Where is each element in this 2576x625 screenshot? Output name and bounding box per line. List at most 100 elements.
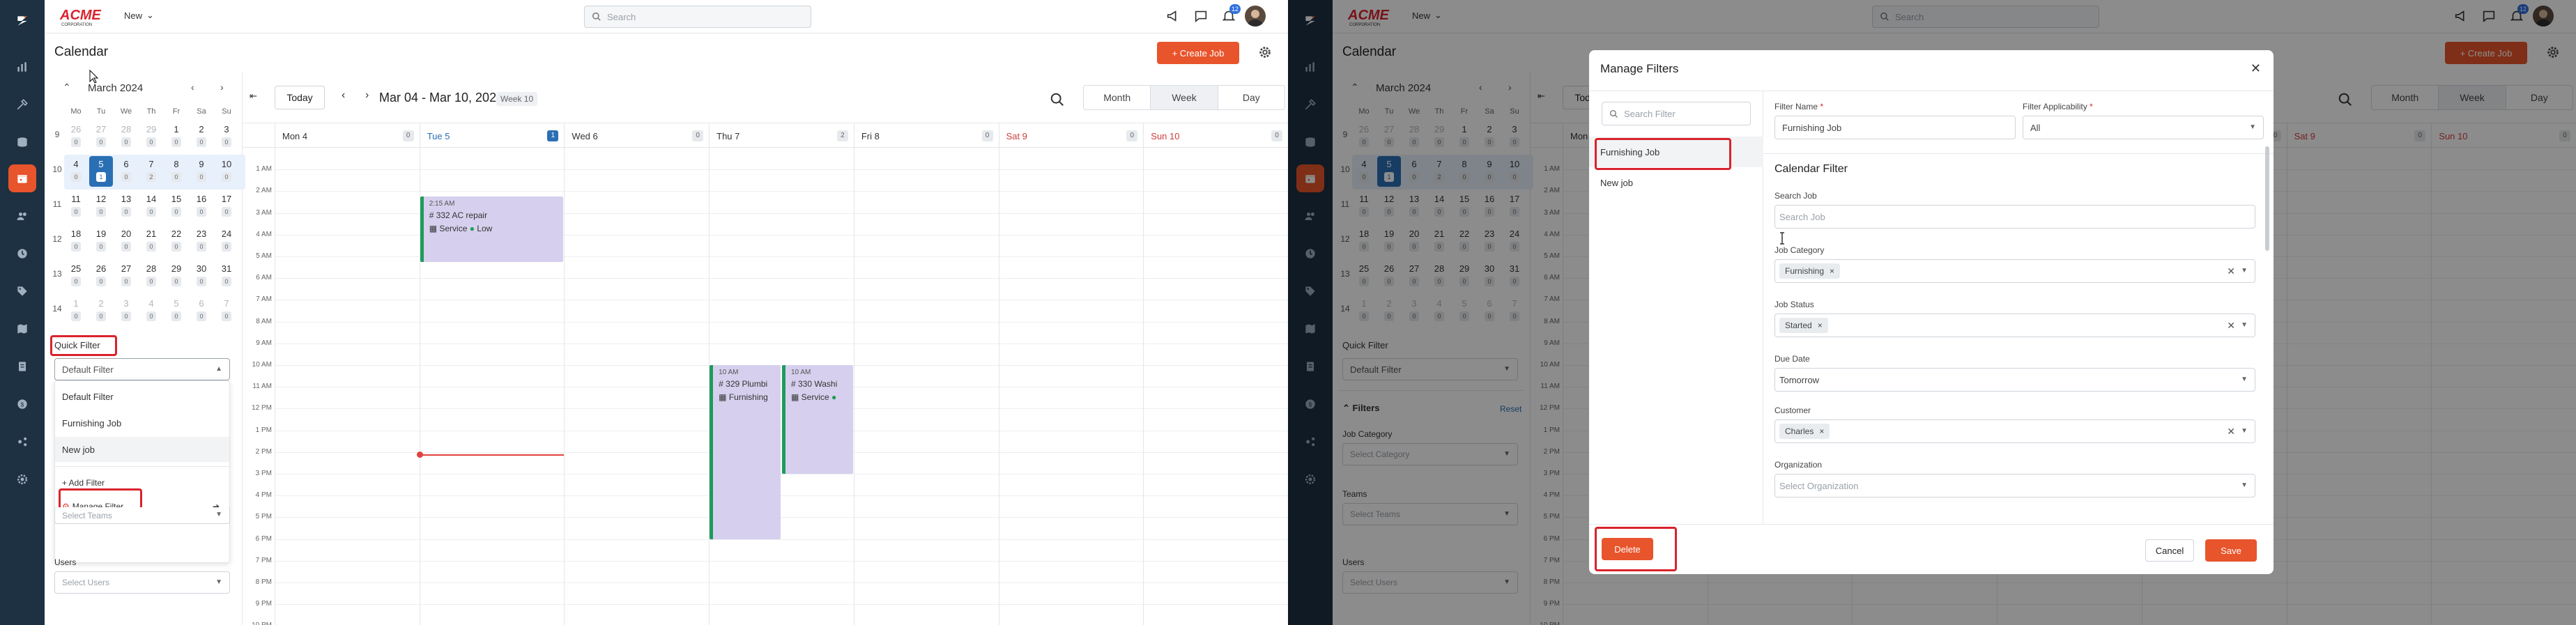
search-icon[interactable] [1050,92,1065,107]
job-category-field[interactable]: Furnishing × ✕ ▼ [1774,259,2255,283]
mini-calendar-day[interactable]: 20 [190,121,213,152]
day-column-header[interactable]: Thu 7 2 [709,123,854,148]
reports-icon[interactable] [14,59,31,75]
filter-list-item[interactable]: New job [1589,167,1763,198]
mini-calendar-day[interactable]: 13 0 [114,191,138,222]
remove-tag-icon[interactable]: × [1819,426,1824,436]
calendar-event[interactable]: 10 AM # 329 Plumbi ▦ Furnishing [710,365,781,539]
mini-calendar-day[interactable]: 10 0 [215,156,238,187]
filter-name-input[interactable]: Furnishing Job [1774,116,2016,139]
tools-icon[interactable] [14,96,31,113]
chevron-up-icon[interactable]: ⌃ [63,82,71,93]
app-logo-icon[interactable] [10,8,35,33]
clear-icon[interactable]: ✕ [2227,320,2235,332]
mini-calendar-day[interactable]: 11 0 [64,191,88,222]
mini-calendar-day[interactable]: 17 0 [215,191,238,222]
delete-filter-button[interactable]: Delete [1602,538,1653,560]
mini-calendar-day[interactable]: 40 [64,156,88,187]
view-day-button[interactable]: Day [1218,86,1285,109]
finance-icon[interactable]: $ [14,396,31,412]
create-job-button[interactable]: + Create Job [1157,42,1239,64]
mini-calendar-day[interactable]: 10 [164,121,188,152]
mini-calendar-day[interactable]: 72 [139,156,163,187]
mini-calendar-day[interactable]: 15 0 [164,191,188,222]
mini-calendar-day[interactable]: 50 [164,295,188,326]
chat-icon[interactable] [1193,8,1209,24]
today-button[interactable]: Today [275,86,325,109]
mini-calendar-day[interactable]: 51 [89,156,113,187]
day-column-header[interactable]: Sat 9 0 [998,123,1144,148]
mini-calendar-day[interactable]: 21 0 [139,226,163,256]
new-menu-button[interactable]: New ⌄ [124,10,154,21]
day-column-header[interactable]: Sun 10 0 [1143,123,1288,148]
remove-tag-icon[interactable]: × [1830,266,1834,276]
mini-calendar-day[interactable]: 20 [89,295,113,326]
view-month-button[interactable]: Month [1084,86,1150,109]
calendar-event[interactable]: 10 AM # 330 Washi ▦ Service ● [782,365,853,474]
form-scrollbar[interactable] [2265,146,2269,251]
mini-calendar-day[interactable]: 23 0 [190,226,213,256]
clear-icon[interactable]: ✕ [2227,265,2235,277]
megaphone-icon[interactable] [1165,8,1181,24]
filter-search-input[interactable]: Search Filter [1602,102,1751,125]
collapse-sidebar-icon[interactable]: ⇤ [250,91,257,102]
mini-calendar-day[interactable]: 30 0 [190,261,213,291]
job-status-tag[interactable]: Started × [1779,318,1828,333]
clear-icon[interactable]: ✕ [2227,426,2235,438]
calendar-icon[interactable] [8,164,36,192]
inventory-icon[interactable] [14,134,31,151]
integrations-icon[interactable] [14,433,31,450]
mini-calendar-day[interactable]: 90 [190,156,213,187]
close-icon[interactable]: ✕ [2251,61,2261,76]
mini-calendar-day[interactable]: 12 0 [89,191,113,222]
mini-calendar-day[interactable]: 19 0 [89,226,113,256]
next-month-icon[interactable]: › [220,82,224,93]
mini-calendar-day[interactable]: 28 0 [139,261,163,291]
acme-logo[interactable]: ACME CORPORATION [59,6,112,28]
customer-field[interactable]: Charles × ✕ ▼ [1774,419,2255,443]
job-category-tag[interactable]: Furnishing × [1779,263,1841,279]
users-select[interactable]: Select Users ▼ [54,571,230,594]
mini-calendar-day[interactable]: 14 0 [139,191,163,222]
calendar-settings-gear-icon[interactable] [1257,45,1273,60]
view-week-button[interactable]: Week [1150,86,1218,109]
cancel-button[interactable]: Cancel [2145,539,2194,562]
day-column-header[interactable]: Fri 8 0 [853,123,999,148]
prev-month-icon[interactable]: ‹ [191,82,194,93]
save-button[interactable]: Save [2205,539,2257,562]
global-search-input[interactable]: Search [584,6,811,28]
mini-calendar-day[interactable]: 29 0 [164,261,188,291]
settings-icon[interactable] [14,471,31,488]
search-job-field[interactable]: Search Job [1774,205,2255,229]
teams-select[interactable]: Select Teams ▼ [54,507,230,524]
job-status-field[interactable]: Started × ✕ ▼ [1774,314,2255,337]
calendar-event[interactable]: 2:15 AM # 332 AC repair ▦ Service ● Low [420,196,564,262]
mini-calendar-day[interactable]: 28 0 [114,121,138,152]
mini-calendar-day[interactable]: 40 [139,295,163,326]
tag-icon[interactable] [14,283,31,300]
quick-filter-option[interactable]: Furnishing Job [55,410,229,435]
mini-calendar-day[interactable]: 60 [190,295,213,326]
mini-calendar-day[interactable]: 16 0 [190,191,213,222]
mini-calendar-day[interactable]: 26 0 [89,261,113,291]
filter-applicability-select[interactable]: All ▼ [2023,116,2264,139]
map-icon[interactable] [14,321,31,337]
customer-tag[interactable]: Charles × [1779,424,1830,439]
mini-calendar-day[interactable]: 80 [164,156,188,187]
mini-calendar-day[interactable]: 30 [114,295,138,326]
document-icon[interactable] [14,358,31,375]
mini-calendar-day[interactable]: 70 [215,295,238,326]
day-column-header[interactable]: Mon 4 0 [275,123,420,148]
mini-calendar-day[interactable]: 60 [114,156,138,187]
mini-calendar-day[interactable]: 25 0 [64,261,88,291]
remove-tag-icon[interactable]: × [1818,321,1823,330]
organization-field[interactable]: Select Organization ▼ [1774,474,2255,497]
quick-filter-select[interactable]: Default Filter ▲ [54,358,230,380]
quick-filter-option[interactable]: New job [55,437,229,462]
mini-calendar-day[interactable]: 30 [215,121,238,152]
prev-week-icon[interactable]: ‹ [342,89,345,102]
clock-icon[interactable] [14,245,31,262]
day-column-header[interactable]: Tue 5 1 [419,123,565,148]
users-icon[interactable] [14,208,31,224]
mini-calendar-day[interactable]: 10 [64,295,88,326]
